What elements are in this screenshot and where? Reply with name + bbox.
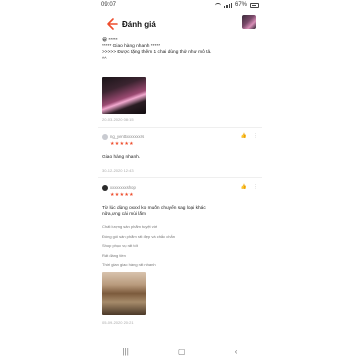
- like-icon[interactable]: 👍: [241, 184, 247, 190]
- status-bar: 09:07 67%: [98, 0, 262, 11]
- signal-icon: [224, 2, 232, 8]
- app-bar: Đánh giá: [98, 11, 262, 37]
- review-tags: Chất lượng sản phẩm tuyệt vời Đóng gói s…: [102, 222, 222, 270]
- reviewer-name: xxxxxxxxshop: [110, 185, 136, 190]
- home-icon[interactable]: ▢: [178, 347, 186, 356]
- avatar[interactable]: [102, 134, 108, 140]
- rating-stars: ★★★★★: [110, 192, 134, 198]
- review-text: Từ lúc dùng oxxxl ko muốn chuyển sag loạ…: [102, 206, 206, 218]
- system-nav-bar: ||| ▢ ‹: [98, 342, 262, 360]
- review-item: 😁 ***** ***** Giao hàng nhanh ***** >>>>…: [102, 38, 258, 63]
- review-photo[interactable]: [102, 77, 146, 114]
- rating-stars: ★★★★★: [110, 141, 134, 147]
- battery-icon: [250, 2, 259, 8]
- review-tag: Shop phục vụ rất tốt: [102, 243, 138, 248]
- review-tag: Đóng gói sản phẩm rất đẹp và chắc chắn: [102, 233, 175, 239]
- avatar[interactable]: [102, 185, 108, 191]
- back-arrow-icon[interactable]: [104, 17, 118, 31]
- status-time: 09:07: [101, 2, 117, 8]
- review-tag: Rất đáng tiền: [102, 252, 126, 258]
- like-icon[interactable]: 👍: [241, 133, 247, 139]
- review-date: 05-09-2020 20:21: [102, 320, 134, 325]
- review-date: 20-03-2020 08:15: [102, 117, 134, 122]
- divider: [98, 177, 262, 178]
- more-icon[interactable]: ⋮: [253, 184, 258, 190]
- more-icon[interactable]: ⋮: [253, 133, 258, 139]
- review-actions: 👍 ⋮: [241, 133, 258, 139]
- battery-text: 67%: [234, 2, 247, 8]
- review-actions: 👍 ⋮: [241, 184, 258, 190]
- review-header: xxxxxxxxshop 👍 ⋮ ★★★★★: [102, 184, 258, 198]
- review-text-line: nữa,ưng cái mùi lắm: [102, 212, 147, 217]
- back-nav-icon[interactable]: ‹: [235, 347, 238, 356]
- divider: [98, 127, 262, 128]
- review-photo[interactable]: [102, 272, 146, 315]
- reviewer-name: ng_yenttxxxxxxxrs: [110, 134, 145, 139]
- review-header: ng_yenttxxxxxxxrs 👍 ⋮ ★★★★★: [102, 133, 258, 147]
- review-text-line: ^^: [102, 56, 107, 62]
- review-date: 30-12-2020 12:43: [102, 168, 134, 173]
- wifi-icon: [215, 2, 222, 8]
- recent-apps-icon[interactable]: |||: [123, 347, 129, 356]
- review-tag: Thời gian giao hàng rất nhanh: [102, 262, 156, 267]
- product-thumbnail[interactable]: [242, 15, 256, 29]
- page-title: Đánh giá: [122, 20, 156, 29]
- review-screen: 09:07 67% Đánh giá 😁 ***** ***** Giao hà…: [98, 0, 262, 360]
- review-text: Giao hàng nhanh.: [102, 155, 141, 160]
- status-icons: 67%: [215, 2, 259, 8]
- review-tag: Chất lượng sản phẩm tuyệt vời: [102, 224, 158, 229]
